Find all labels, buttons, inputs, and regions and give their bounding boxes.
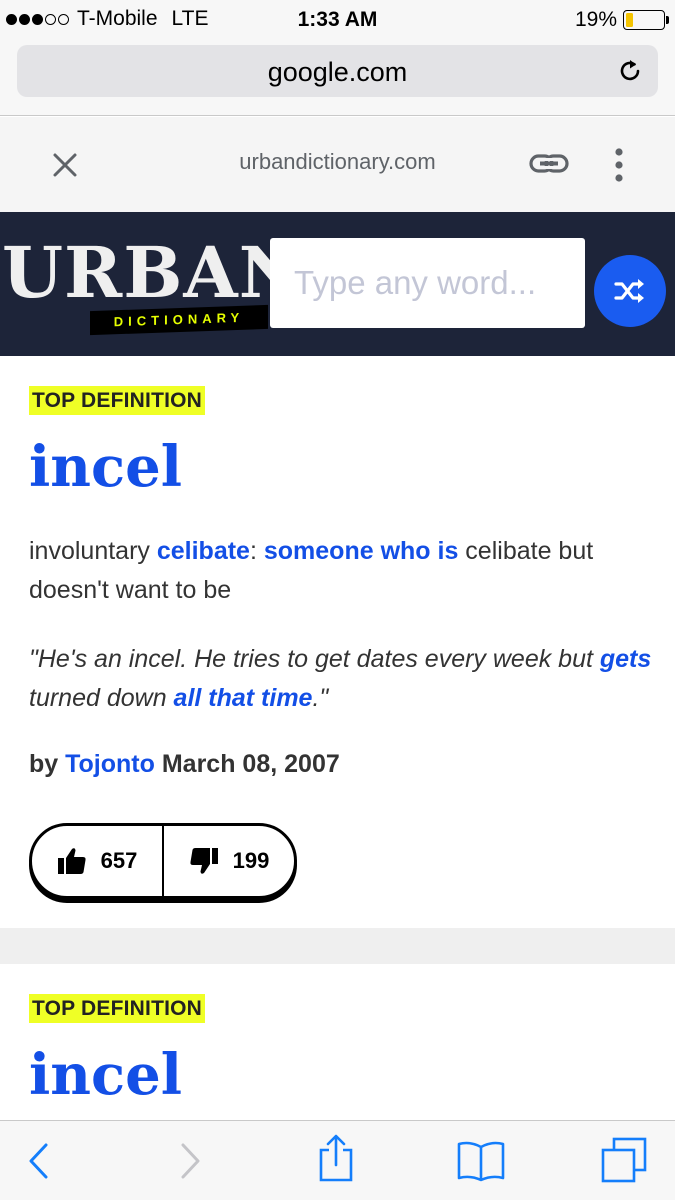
thumbs-down-icon xyxy=(190,848,218,874)
bookmarks-icon[interactable] xyxy=(456,1139,506,1183)
definition-word[interactable]: incel xyxy=(29,1042,182,1108)
definition-meaning: involuntary celibate: someone who is cel… xyxy=(29,532,659,610)
back-icon[interactable] xyxy=(24,1139,54,1183)
link-icon[interactable] xyxy=(528,149,570,179)
example-link-all-that-time[interactable]: all that time xyxy=(174,684,313,712)
battery-percent: 19% xyxy=(574,8,617,31)
downvote-count: 199 xyxy=(232,848,270,873)
example-text: ." xyxy=(312,684,329,712)
share-icon[interactable] xyxy=(316,1133,356,1183)
status-bar: T-Mobile LTE 1:33 AM 19% xyxy=(0,0,675,40)
meaning-link-someone-who-is[interactable]: someone who is xyxy=(264,537,458,565)
random-button[interactable] xyxy=(594,255,666,327)
meaning-link-celibate[interactable]: celibate xyxy=(157,537,250,565)
logo-tagline-text: DICTIONARY xyxy=(113,309,245,330)
upvote-count: 657 xyxy=(100,848,138,873)
more-vertical-icon[interactable] xyxy=(606,145,632,185)
definition-word[interactable]: incel xyxy=(29,434,182,500)
top-definition-badge: TOP DEFINITION xyxy=(29,994,206,1023)
forward-icon[interactable] xyxy=(175,1139,205,1183)
author-link[interactable]: Tojonto xyxy=(65,750,155,778)
logo-tagline: DICTIONARY xyxy=(90,304,268,336)
browser-toolbar xyxy=(0,1120,675,1200)
amp-viewer-header: urbandictionary.com xyxy=(0,117,675,212)
meaning-text: : xyxy=(249,537,264,565)
address-text[interactable]: google.com xyxy=(17,57,658,88)
logo-word: URBAN xyxy=(2,231,304,314)
definition-card: TOP DEFINITION incel xyxy=(0,964,675,1120)
battery-icon xyxy=(623,10,669,30)
battery-fill xyxy=(626,13,633,27)
thumbs-up-icon xyxy=(57,848,86,874)
vote-buttons: 657 199 xyxy=(29,823,297,899)
example-text: "He's an incel. He tries to get dates ev… xyxy=(29,645,600,673)
amp-domain: urbandictionary.com xyxy=(239,149,436,174)
urban-dictionary-logo[interactable]: URBAN DICTIONARY xyxy=(0,238,303,348)
battery-tip xyxy=(666,16,669,24)
tabs-icon[interactable] xyxy=(600,1135,648,1185)
browser-chrome: google.com xyxy=(0,40,675,116)
definition-card: TOP DEFINITION incel involuntary celibat… xyxy=(0,356,675,928)
example-text: turned down xyxy=(29,684,174,712)
search-input[interactable] xyxy=(270,238,585,328)
reload-icon[interactable] xyxy=(616,57,644,85)
example-link-gets[interactable]: gets xyxy=(600,645,651,673)
shuffle-icon xyxy=(614,279,644,303)
downvote-button[interactable]: 199 xyxy=(164,826,294,896)
site-header: URBAN DICTIONARY xyxy=(0,212,675,356)
byline-prefix: by xyxy=(29,750,66,778)
upvote-button[interactable]: 657 xyxy=(32,826,162,896)
definition-date: March 08, 2007 xyxy=(154,750,340,778)
address-bar[interactable]: google.com xyxy=(17,45,658,97)
top-definition-badge: TOP DEFINITION xyxy=(29,386,206,415)
definition-byline: by Tojonto March 08, 2007 xyxy=(29,750,340,779)
card-separator xyxy=(0,928,675,964)
battery-indicator: 19% xyxy=(569,8,669,32)
meaning-text: involuntary xyxy=(29,537,157,565)
definition-example: "He's an incel. He tries to get dates ev… xyxy=(29,640,659,718)
